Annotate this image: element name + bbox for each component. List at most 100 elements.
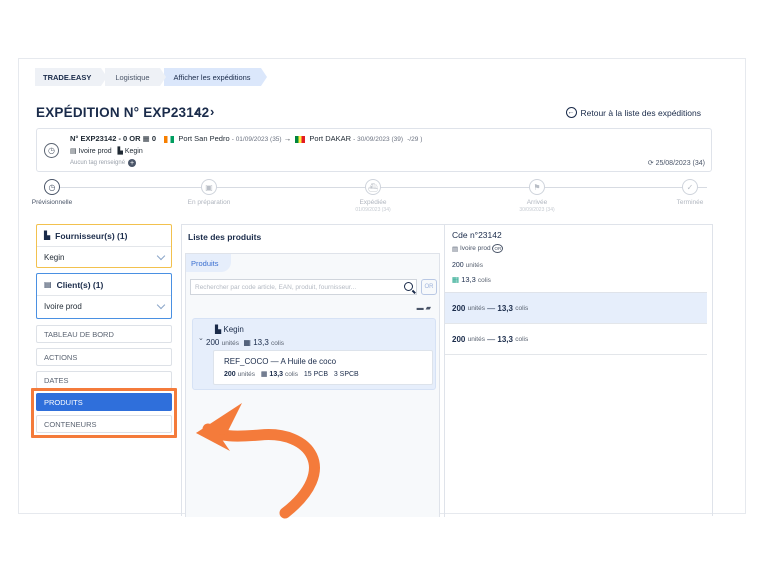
folder-toggle: ▬▰	[417, 304, 433, 312]
destination-port: Port DAKAR	[309, 134, 352, 143]
breadcrumb-current: Afficher les expéditions	[163, 68, 267, 86]
timeline-step-label: Expédiée	[359, 199, 387, 206]
building-icon: ▤	[70, 148, 77, 155]
shipment-summary: ◷ N° EXP23142 - 0 OR ▦ 0 Port San Pedro …	[36, 128, 712, 172]
units-label: unités	[467, 335, 485, 343]
client-dropdown[interactable]: Ivoire prod	[37, 296, 171, 317]
timeline-step-label: Terminée	[676, 199, 704, 206]
folder-open-icon[interactable]: ▰	[426, 305, 433, 312]
order-client-name: Ivoire prod	[459, 245, 491, 252]
supplier-selector: ▙ Fournisseur(s) (1) Kegin	[36, 224, 172, 268]
ship-icon: ⛴	[365, 179, 381, 195]
order-colis-value: 13,3	[461, 275, 476, 284]
ivory-coast-flag-icon	[164, 135, 175, 143]
menu-item-conteneurs[interactable]: CONTENEURS	[36, 415, 172, 433]
tags-label: Aucun tag renseigné	[70, 160, 126, 166]
timeline-step-terminee[interactable]: ✓ Terminée	[640, 179, 740, 206]
menu-item-produits[interactable]: PRODUITS	[36, 393, 172, 411]
boxes-icon: ▦	[243, 338, 251, 347]
check-icon: ✓	[682, 179, 698, 195]
box-icon: ▦	[142, 134, 152, 143]
or-count: 0	[151, 134, 156, 143]
order-row[interactable]: 200 unités — 13,3 colis	[445, 324, 707, 355]
timeline-step-expediee[interactable]: ⛴ Expédiée 01/09/2023 (34)	[323, 179, 423, 213]
sync-icon: ⟳	[647, 160, 654, 167]
order-row[interactable]: 200 unités — 13,3 colis	[445, 293, 707, 324]
flag-icon: ⚑	[529, 179, 545, 195]
chevron-down-icon[interactable]: ⌄	[198, 334, 204, 342]
menu-item-dates[interactable]: DATES	[36, 371, 172, 389]
add-tag-icon[interactable]: +	[128, 159, 137, 167]
origin-port: Port San Pedro	[178, 134, 230, 143]
order-client: ▤ Ivoire prod OR	[452, 244, 504, 253]
product-ref: REF_COCO — A Huile de coco	[224, 357, 337, 366]
units-label: unités	[221, 340, 239, 347]
order-title: Cde n°23142	[452, 230, 502, 240]
created-date: ⟳ 25/08/2023 (34)	[648, 159, 705, 167]
menu-item-tableau-de-bord[interactable]: TABLEAU DE BORD	[36, 325, 172, 343]
folder-closed-icon[interactable]: ▬	[417, 305, 426, 312]
boxes-icon: ▦	[260, 371, 268, 378]
shipment-supplier: Kegin	[124, 148, 143, 155]
timeline-step-previsionnelle[interactable]: ◷ Prévisionnelle	[2, 179, 102, 206]
row-colis: 13,3	[497, 334, 513, 344]
breadcrumb: TRADE.EASY Logistique Afficher les expéd…	[35, 68, 267, 86]
menu-item-actions[interactable]: ACTIONS	[36, 348, 172, 366]
order-column: Cde n°23142 ▤ Ivoire prod OR 200 unités …	[444, 225, 707, 517]
units-label: unités	[465, 262, 483, 269]
transit-delta: -/29 )	[407, 136, 423, 143]
search-icon[interactable]	[404, 282, 413, 291]
back-to-list-link[interactable]: ← Retour à la liste des expéditions	[565, 107, 702, 118]
supplier-dropdown[interactable]: Kegin	[37, 247, 171, 268]
product-units: 200	[224, 371, 236, 378]
timeline-step-label: En préparation	[187, 199, 231, 206]
previous-shipment-button[interactable]: ‹	[195, 104, 199, 119]
next-shipment-button[interactable]: ›	[210, 104, 214, 119]
timeline-step-label: Arrivée	[526, 199, 548, 206]
product-item[interactable]: REF_COCO — A Huile de coco 200 unités ▦ …	[213, 350, 433, 385]
client-selector: ▤ Client(s) (1) Ivoire prod	[36, 273, 172, 319]
boxes-icon: ▦	[452, 275, 460, 284]
products-panel-title: Liste des produits	[188, 232, 262, 242]
client-dropdown-value: Ivoire prod	[44, 302, 82, 311]
app-frame: TRADE.EASY Logistique Afficher les expéd…	[18, 58, 746, 517]
product-quantities: 200 unités ▦ 13,3 colis 15 PCB 3 SPCB	[224, 370, 359, 378]
supplier-colis: 13,3	[253, 338, 269, 347]
destination-date: - 30/09/2023 (39)	[353, 136, 404, 143]
breadcrumb-logistique[interactable]: Logistique	[105, 68, 166, 86]
building-icon: ▤	[44, 280, 52, 289]
product-search-input[interactable]: Rechercher par code article, EAN, produi…	[190, 279, 417, 295]
supplier-group-name: ▙ Kegin	[215, 325, 244, 334]
breadcrumb-home[interactable]: TRADE.EASY	[35, 68, 108, 86]
origin-date: - 01/09/2023 (35)	[231, 136, 282, 143]
shipment-client: Ivoire prod	[78, 148, 112, 155]
timeline-step-arrivee[interactable]: ⚑ Arrivée 30/09/2023 (34)	[487, 179, 587, 213]
client-heading-label: Client(s) (1)	[56, 279, 104, 290]
row-colis: 13,3	[497, 303, 513, 313]
units-label: unités	[237, 371, 255, 378]
supplier-group-card[interactable]: ⌄ ▙ Kegin 200 unités ▦ 13,3 colis REF_CO…	[192, 318, 436, 390]
order-units-value: 200	[452, 262, 464, 269]
factory-icon: ▙	[44, 231, 51, 240]
row-units: 200	[452, 334, 466, 344]
product-spcb: 3 SPCB	[333, 371, 359, 378]
timeline-step-date: 01/09/2023 (34)	[355, 207, 391, 213]
shipment-nav: ‹ ›	[195, 104, 221, 119]
timeline-step-date: 30/09/2023 (34)	[519, 207, 555, 213]
or-filter-button[interactable]: OR	[421, 279, 437, 295]
tab-produits[interactable]: Produits	[186, 254, 231, 272]
arrow-left-icon: ←	[565, 107, 577, 118]
factory-icon: ▙	[117, 148, 123, 155]
supplier-heading-label: Fournisseur(s) (1)	[55, 230, 128, 241]
colis-label: colis	[271, 340, 285, 347]
shipment-ref: N° EXP23142 - 0 OR	[70, 134, 141, 143]
back-link-label: Retour à la liste des expéditions	[580, 107, 702, 118]
supplier-group-totals: 200 unités ▦ 13,3 colis	[206, 338, 284, 347]
units-label: unités	[467, 304, 485, 312]
supplier-heading: ▙ Fournisseur(s) (1)	[37, 225, 171, 247]
product-pcb: 15 PCB	[303, 371, 328, 378]
search-placeholder: Rechercher par code article, EAN, produi…	[195, 283, 357, 291]
colis-label: colis	[515, 335, 529, 343]
page-title: EXPÉDITION N° EXP23142	[36, 105, 210, 120]
timeline-step-preparation[interactable]: ▣ En préparation	[159, 179, 259, 206]
